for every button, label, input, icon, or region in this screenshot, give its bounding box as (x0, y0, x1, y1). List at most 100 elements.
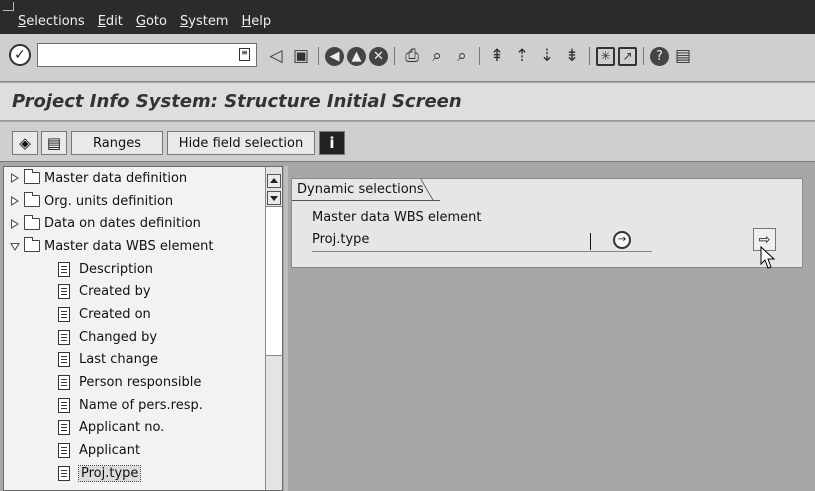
mouse-pointer-icon (760, 246, 776, 269)
menu-bar: Selections Edit Goto System Help (0, 0, 815, 34)
proj-type-row: Proj.type → (312, 231, 652, 252)
scroll-up-icon[interactable] (267, 174, 281, 188)
folder-icon (24, 169, 40, 185)
tree-item[interactable]: Created on (4, 303, 282, 326)
dynamic-selections-panel: Dynamic selections Master data WBS eleme… (291, 178, 803, 268)
title-bar: Project Info System: Structure Initial S… (0, 83, 815, 121)
collapse-command-icon[interactable]: ◁ (265, 45, 287, 67)
menu-system[interactable]: System (180, 14, 229, 29)
tree-folder[interactable]: Org. units definition (4, 190, 282, 213)
back-icon[interactable]: ◀ (325, 46, 344, 66)
tree-folder[interactable]: Data on dates definition (4, 212, 282, 235)
tree-item[interactable]: Name of pers.resp. (4, 394, 282, 417)
find-next-icon[interactable]: ⌕ (451, 45, 473, 67)
menu-items: Selections Edit Goto System Help (18, 14, 284, 29)
create-session-icon[interactable]: ✳ (596, 46, 615, 66)
first-page-icon[interactable]: ⇞ (486, 45, 508, 67)
tree-folder-label: Data on dates definition (44, 216, 201, 232)
scroll-thumb[interactable] (266, 206, 282, 356)
exit-icon[interactable]: ▲ (347, 46, 366, 66)
application-toolbar: ◈ ▤ Ranges Hide field selection i (0, 122, 815, 162)
multiple-selection-icon[interactable]: → (613, 231, 631, 249)
field-tree: Master data definition Org. units defini… (3, 166, 283, 491)
command-field[interactable]: ≡ (37, 43, 257, 67)
document-icon (58, 352, 70, 368)
menu-selections[interactable]: Selections (18, 14, 85, 29)
menu-edit[interactable]: Edit (98, 14, 123, 29)
tree-item-label: Proj.type (77, 464, 142, 482)
tree-folder-label: Master data WBS element (44, 238, 214, 254)
tree-folder[interactable]: Master data definition (4, 167, 282, 190)
separator (589, 47, 590, 65)
document-icon (58, 443, 70, 459)
expand-icon[interactable] (10, 196, 20, 207)
document-icon (58, 329, 70, 345)
tree-item-label: Applicant (79, 443, 141, 459)
tree-item-label: Last change (79, 352, 159, 368)
proj-type-label: Proj.type (312, 232, 370, 247)
tree-item[interactable]: Applicant (4, 439, 282, 462)
ranges-button[interactable]: Ranges (71, 131, 163, 155)
tree-item[interactable]: Person responsible (4, 371, 282, 394)
tree-item-label: Applicant no. (79, 420, 165, 436)
document-icon (58, 284, 70, 300)
shortcut-icon[interactable]: ↗ (618, 46, 637, 66)
document-icon (58, 306, 70, 322)
page-title: Project Info System: Structure Initial S… (12, 91, 462, 112)
next-page-icon[interactable]: ⇣ (536, 45, 558, 67)
tree-item[interactable]: Changed by (4, 326, 282, 349)
separator (479, 47, 480, 65)
collapse-icon[interactable] (10, 241, 20, 252)
pane-splitter[interactable] (284, 166, 288, 491)
scroll-down-icon[interactable] (267, 191, 281, 205)
tree-item[interactable]: Created by (4, 280, 282, 303)
save-icon[interactable]: ▣ (290, 45, 312, 67)
command-input[interactable] (38, 44, 224, 66)
document-icon (58, 397, 70, 413)
cancel-icon[interactable]: ✕ (369, 46, 388, 66)
tree-folder-label: Org. units definition (44, 193, 174, 209)
execute-icon[interactable]: ◈ (12, 131, 38, 155)
separator (394, 47, 395, 65)
tree-item-label: Created by (79, 284, 151, 300)
proj-type-input[interactable] (590, 233, 591, 250)
variant-icon[interactable]: ▤ (41, 131, 67, 155)
layout-menu-icon[interactable]: ▤ (672, 45, 694, 67)
tree-folder-label: Master data definition (44, 170, 188, 186)
help-icon[interactable]: ? (650, 46, 669, 66)
tree-item-selected[interactable]: Proj.type (4, 462, 282, 485)
tree-item-label: Name of pers.resp. (79, 397, 203, 413)
open-folder-icon (24, 237, 40, 253)
document-icon (58, 261, 70, 277)
separator (643, 47, 644, 65)
system-icons: ◁ ▣ ◀ ▲ ✕ ⎙ ⌕ ⌕ ⇞ ⇡ ⇣ ⇟ ✳ ↗ ? ▤ (265, 43, 697, 69)
group-label: Master data WBS element (312, 210, 482, 225)
document-icon (58, 375, 70, 391)
last-page-icon[interactable]: ⇟ (561, 45, 583, 67)
folder-icon (24, 214, 40, 230)
menu-help[interactable]: Help (241, 14, 271, 29)
menu-goto[interactable]: Goto (136, 14, 167, 29)
tree-scrollbar[interactable] (265, 167, 282, 490)
tree-folder-expanded[interactable]: Master data WBS element (4, 235, 282, 258)
expand-icon[interactable] (10, 173, 20, 184)
dynamic-selections-tab: Dynamic selections (292, 179, 440, 201)
tree-item-label: Changed by (79, 329, 158, 345)
info-icon[interactable]: i (319, 131, 345, 155)
system-toolbar: ✓ ≡ ◁ ▣ ◀ ▲ ✕ ⎙ ⌕ ⌕ ⇞ ⇡ ⇣ ⇟ ✳ ↗ ? ▤ (0, 34, 815, 82)
document-icon (58, 420, 70, 436)
command-history-icon[interactable]: ≡ (239, 48, 250, 61)
tree-item-label: Created on (79, 306, 151, 322)
print-icon[interactable]: ⎙ (401, 45, 423, 67)
tree-item[interactable]: Last change (4, 349, 282, 372)
previous-page-icon[interactable]: ⇡ (511, 45, 533, 67)
expand-icon[interactable] (10, 218, 20, 229)
enter-icon[interactable]: ✓ (9, 44, 31, 66)
hide-field-selection-button[interactable]: Hide field selection (167, 131, 315, 155)
separator (318, 47, 319, 65)
window-menu-icon[interactable] (3, 2, 14, 11)
find-icon[interactable]: ⌕ (426, 45, 448, 67)
tree-item-label: Person responsible (79, 375, 202, 391)
tree-item[interactable]: Applicant no. (4, 417, 282, 440)
tree-item[interactable]: Description (4, 258, 282, 281)
